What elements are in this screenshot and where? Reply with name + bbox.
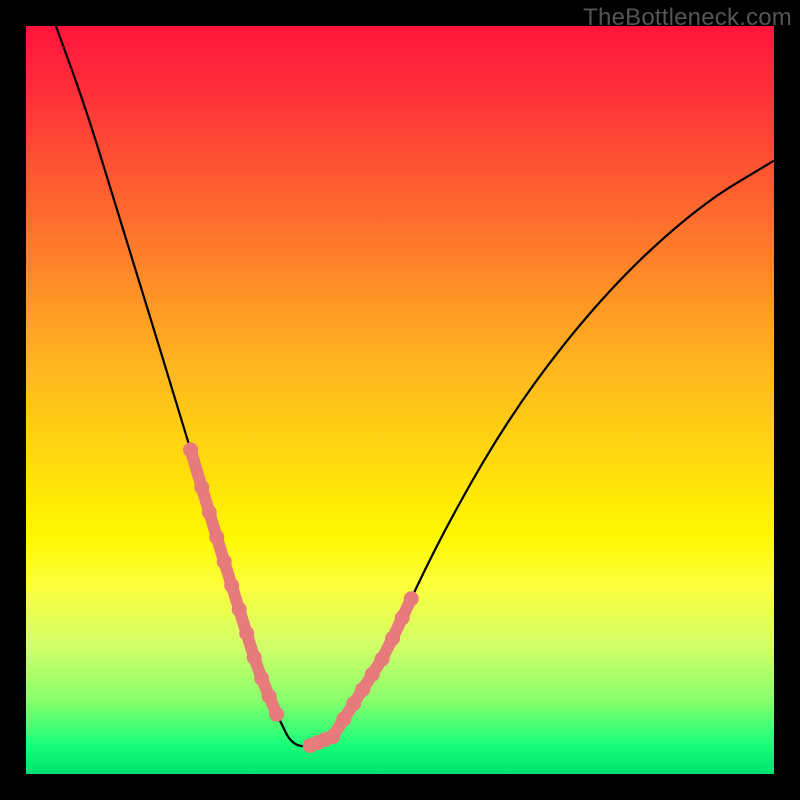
- data-point: [269, 707, 284, 722]
- data-point: [346, 696, 361, 711]
- data-point: [209, 530, 224, 545]
- data-point: [365, 667, 380, 682]
- data-point: [395, 610, 410, 625]
- data-point: [355, 682, 370, 697]
- data-point: [232, 602, 247, 617]
- data-point: [385, 631, 400, 646]
- data-point: [325, 729, 340, 744]
- data-point: [254, 671, 269, 686]
- data-point: [239, 626, 254, 641]
- data-point: [194, 480, 209, 495]
- data-point: [224, 578, 239, 593]
- data-point: [336, 711, 351, 726]
- data-point: [217, 554, 232, 569]
- chart-area: [26, 26, 774, 774]
- bottleneck-curve: [56, 26, 774, 746]
- data-point: [183, 442, 198, 457]
- chart-svg: [26, 26, 774, 774]
- data-point: [202, 505, 217, 520]
- data-point: [375, 652, 390, 667]
- data-point: [262, 689, 277, 704]
- data-point: [247, 650, 262, 665]
- highlighted-data-points: [183, 442, 419, 753]
- data-point: [404, 591, 419, 606]
- watermark-text: TheBottleneck.com: [583, 4, 792, 32]
